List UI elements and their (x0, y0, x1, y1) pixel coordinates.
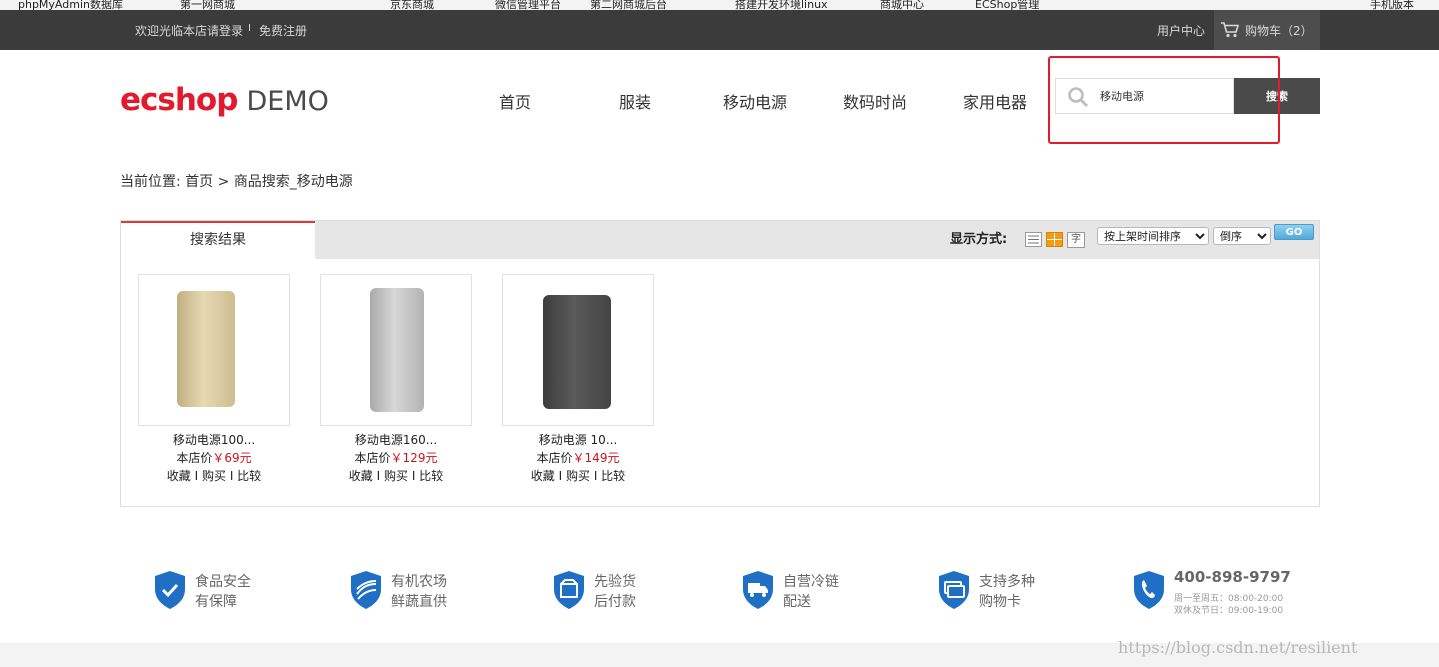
compare-link[interactable]: 比较 (237, 469, 261, 483)
card-icon (939, 571, 969, 609)
bookmark-item[interactable]: 微信管理平台 (495, 0, 561, 10)
cart-icon (1221, 22, 1240, 38)
search-results-panel: 搜索结果 移动电源100... 本店价￥69元 收藏 I 购买 I 比较 移动电… (120, 220, 1320, 507)
feature-item: 有机农场 鲜蔬直供 (349, 570, 447, 620)
compare-link[interactable]: 比较 (419, 469, 443, 483)
compare-link[interactable]: 比较 (601, 469, 625, 483)
nav-clothing[interactable]: 服装 (585, 89, 685, 113)
nav-power-bank[interactable]: 移动电源 (705, 89, 805, 113)
nav-home[interactable]: 首页 (465, 89, 565, 113)
bookmark-item[interactable]: ECShop管理 (975, 0, 1039, 10)
bookmark-item[interactable]: 搭建开发环境linux (735, 0, 828, 10)
feature-text: 先验货 后付款 (594, 574, 636, 610)
feature-text: 食品安全 有保障 (195, 574, 251, 610)
product-actions: 收藏 I 购买 I 比较 (530, 469, 626, 483)
power-bank-dark (543, 295, 611, 409)
product-price: 本店价￥69元 (138, 449, 290, 466)
hotline: 400-898-9797 周一至周五：08:00-20:00 双休及节日：09:… (1132, 568, 1291, 620)
top-bar: 欢迎光临本店 请登录 I 免费注册 用户中心 购物车（2） (0, 10, 1439, 50)
logo-mark: ecshop (120, 82, 238, 118)
shield-check-icon (155, 571, 185, 609)
favorite-link[interactable]: 收藏 (349, 469, 373, 483)
product-image[interactable] (320, 274, 472, 426)
hotline-hours-weekend: 双休及节日：09:00-19:00 (1174, 606, 1284, 616)
farm-icon (351, 571, 381, 609)
product-name[interactable]: 移动电源100... (138, 431, 290, 448)
breadcrumb-home[interactable]: 首页 (185, 174, 213, 190)
product-name[interactable]: 移动电源 10... (502, 431, 654, 448)
feature-text: 有机农场 鲜蔬直供 (391, 574, 447, 610)
cart-button[interactable]: 购物车（2） (1214, 10, 1320, 50)
cart-label: 购物车（2） (1245, 24, 1313, 38)
product-actions: 收藏 I 购买 I 比较 (348, 469, 444, 483)
text-view-icon[interactable]: 字 (1067, 232, 1085, 248)
register-link[interactable]: 免费注册 (259, 22, 307, 39)
nav-appliances[interactable]: 家用电器 (945, 89, 1045, 113)
buy-link[interactable]: 购买 (384, 469, 408, 483)
price-value: ￥69元 (212, 451, 252, 465)
product-price: 本店价￥149元 (502, 449, 654, 466)
power-bank-gold (177, 291, 235, 407)
feature-item: 自营冷链 配送 (741, 570, 839, 620)
price-label: 本店价 (536, 451, 573, 465)
product-image[interactable] (502, 274, 654, 426)
buy-link[interactable]: 购买 (566, 469, 590, 483)
price-value: ￥129元 (390, 451, 438, 465)
price-label: 本店价 (176, 451, 213, 465)
breadcrumb-label: 当前位置: (120, 174, 186, 190)
buy-link[interactable]: 购买 (202, 469, 226, 483)
feature-item: 支持多种 购物卡 (937, 570, 1035, 620)
welcome-text: 欢迎光临本店 (135, 24, 208, 38)
watermark: https://blog.csdn.net/resilient (1118, 638, 1358, 657)
price-label: 本店价 (354, 451, 391, 465)
package-icon (554, 571, 584, 609)
breadcrumb-sep: > (213, 174, 234, 190)
grid-view-icon[interactable] (1046, 232, 1063, 247)
product-price: 本店价￥129元 (320, 449, 472, 466)
login-link[interactable]: 请登录 (207, 22, 243, 39)
power-bank-silver (370, 288, 424, 412)
highlight-box (1048, 56, 1280, 144)
favorite-link[interactable]: 收藏 (531, 469, 555, 483)
bookmarks-bar: phpMyAdmin数据库 第一网商城 京东商城 微信管理平台 第二网商城后台 … (0, 0, 1439, 10)
display-mode-label: 显示方式: (950, 232, 1008, 247)
breadcrumb-current: 商品搜索_移动电源 (233, 174, 353, 190)
breadcrumb: 当前位置: 首页 > 商品搜索_移动电源 (120, 171, 353, 191)
feature-item: 先验货 后付款 (552, 570, 636, 620)
product-name[interactable]: 移动电源160... (320, 431, 472, 448)
product-image[interactable] (138, 274, 290, 426)
favorite-link[interactable]: 收藏 (167, 469, 191, 483)
go-button[interactable]: GO (1274, 224, 1314, 240)
nav-digital[interactable]: 数码时尚 (825, 89, 925, 113)
sort-select[interactable]: 按上架时间排序 (1097, 227, 1209, 245)
bookmark-item[interactable]: 商城中心 (880, 0, 924, 10)
bookmark-item[interactable]: phpMyAdmin数据库 (18, 0, 123, 10)
logo[interactable]: ecshop DEMO (120, 82, 329, 118)
user-center-link[interactable]: 用户中心 (1157, 22, 1205, 39)
price-value: ￥149元 (572, 451, 620, 465)
bookmark-item[interactable]: 手机版本 (1370, 0, 1414, 10)
bookmark-item[interactable]: 京东商城 (390, 0, 434, 10)
phone-icon (1134, 571, 1164, 609)
feature-text: 支持多种 购物卡 (979, 574, 1035, 610)
list-view-icon[interactable] (1025, 232, 1042, 247)
truck-icon (743, 571, 773, 609)
separator: I (248, 23, 251, 34)
bookmark-item[interactable]: 第二网商城后台 (590, 0, 667, 10)
order-select[interactable]: 倒序 (1213, 227, 1271, 245)
hotline-number: 400-898-9797 (1174, 568, 1291, 586)
feature-text: 自营冷链 配送 (783, 574, 839, 610)
logo-text: DEMO (246, 86, 329, 117)
product-actions: 收藏 I 购买 I 比较 (166, 469, 262, 483)
bookmark-item[interactable]: 第一网商城 (180, 0, 235, 10)
tab-search-results[interactable]: 搜索结果 (121, 221, 315, 259)
feature-item: 食品安全 有保障 (153, 570, 251, 620)
